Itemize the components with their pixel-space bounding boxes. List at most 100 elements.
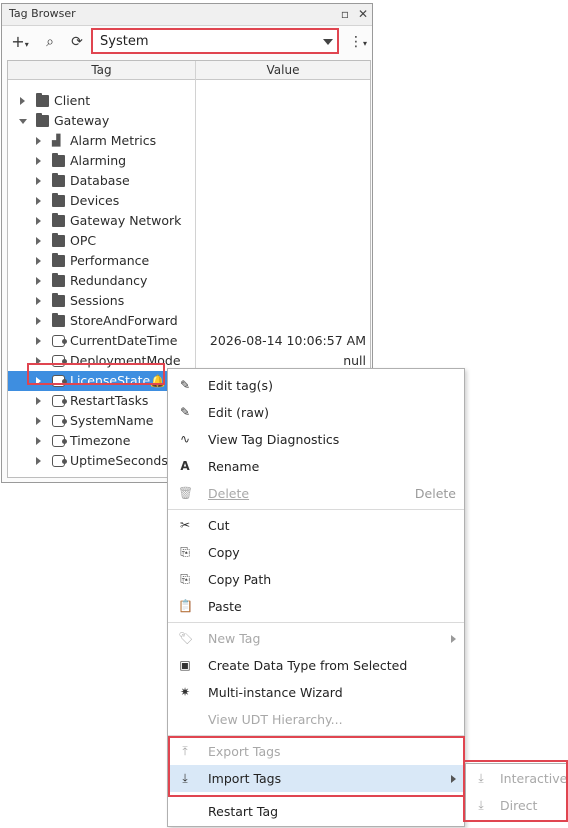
expand-icon[interactable] bbox=[36, 217, 41, 225]
column-header-value[interactable]: Value bbox=[196, 62, 370, 78]
restore-window-icon[interactable]: ▫ bbox=[338, 7, 352, 21]
menu-item-edit-tags[interactable]: ✎ Edit tag(s) bbox=[168, 372, 464, 399]
tree-label: Client bbox=[54, 93, 91, 108]
panel-toolbar: +▾ ⌕ ⟳ System ⋮▾ bbox=[2, 26, 372, 58]
tree-row-gateway-network[interactable]: Gateway Network bbox=[8, 211, 370, 231]
rename-icon: A bbox=[180, 459, 190, 473]
tree-label: UptimeSeconds bbox=[70, 453, 168, 468]
refresh-icon[interactable]: ⟳ bbox=[69, 33, 85, 51]
tree-label: Database bbox=[70, 173, 130, 188]
tag-icon bbox=[52, 435, 67, 447]
tag-icon bbox=[52, 415, 67, 427]
tree-row-client[interactable]: Client bbox=[8, 91, 370, 111]
highlight-box-export-import bbox=[168, 736, 465, 797]
chevron-down-icon bbox=[323, 39, 333, 45]
tree-label: StoreAndForward bbox=[70, 313, 178, 328]
expand-icon[interactable] bbox=[36, 297, 41, 305]
scissors-icon: ✂ bbox=[179, 518, 191, 532]
expand-icon[interactable] bbox=[36, 257, 41, 265]
tree-row-database[interactable]: Database bbox=[8, 171, 370, 191]
more-options-icon[interactable]: ⋮▾ bbox=[346, 33, 370, 51]
clipboard-icon: 📋 bbox=[178, 599, 193, 613]
add-tag-dropdown-button[interactable]: +▾ bbox=[8, 33, 32, 51]
collapse-icon[interactable] bbox=[19, 119, 27, 124]
menu-item-view-diagnostics[interactable]: ∿ View Tag Diagnostics bbox=[168, 426, 464, 453]
expand-icon[interactable] bbox=[36, 197, 41, 205]
folder-icon bbox=[52, 193, 65, 207]
menu-separator bbox=[168, 509, 464, 510]
wand-icon: ✷ bbox=[179, 685, 191, 699]
tree-label: Alarm Metrics bbox=[70, 133, 157, 148]
tree-label: Devices bbox=[70, 193, 120, 208]
expand-icon[interactable] bbox=[36, 277, 41, 285]
menu-item-create-data-type[interactable]: ▣ Create Data Type from Selected bbox=[168, 652, 464, 679]
menu-item-delete: 🗑 Delete Delete bbox=[168, 480, 464, 507]
expand-icon[interactable] bbox=[36, 457, 41, 465]
tree-row-alarm-metrics[interactable]: ▟ Alarm Metrics bbox=[8, 131, 370, 151]
panel-title: Tag Browser bbox=[9, 7, 76, 20]
folder-icon bbox=[52, 293, 65, 307]
expand-icon[interactable] bbox=[36, 437, 41, 445]
udt-icon: ▟ bbox=[52, 134, 61, 147]
tag-icon bbox=[52, 455, 67, 467]
tree-row-devices[interactable]: Devices bbox=[8, 191, 370, 211]
tag-provider-select[interactable]: System bbox=[91, 28, 339, 54]
expand-icon[interactable] bbox=[36, 157, 41, 165]
tree-label: Alarming bbox=[70, 153, 127, 168]
menu-item-paste[interactable]: 📋 Paste bbox=[168, 593, 464, 620]
pencil-icon: ✎ bbox=[179, 378, 191, 392]
folder-icon bbox=[52, 273, 65, 287]
tree-label: CurrentDateTime bbox=[70, 333, 178, 348]
menu-item-restart-tag[interactable]: Restart Tag bbox=[168, 798, 464, 825]
expand-icon[interactable] bbox=[36, 337, 41, 345]
menu-item-cut[interactable]: ✂ Cut bbox=[168, 512, 464, 539]
menu-item-edit-raw[interactable]: ✎ Edit (raw) bbox=[168, 399, 464, 426]
tree-row-opc[interactable]: OPC bbox=[8, 231, 370, 251]
close-icon[interactable]: ✕ bbox=[356, 7, 370, 21]
pencil-icon: ✎ bbox=[179, 405, 191, 419]
menu-item-rename[interactable]: A Rename bbox=[168, 453, 464, 480]
pulse-icon: ∿ bbox=[179, 432, 191, 446]
expand-icon[interactable] bbox=[36, 237, 41, 245]
expand-icon[interactable] bbox=[36, 397, 41, 405]
folder-icon bbox=[52, 313, 65, 327]
tree-row-alarming[interactable]: Alarming bbox=[8, 151, 370, 171]
tree-row-sessions[interactable]: Sessions bbox=[8, 291, 370, 311]
expand-icon[interactable] bbox=[20, 97, 25, 105]
menu-item-copy-path[interactable]: ⎘ Copy Path bbox=[168, 566, 464, 593]
tag-provider-value: System bbox=[100, 34, 149, 49]
expand-icon[interactable] bbox=[36, 417, 41, 425]
shortcut-label: Delete bbox=[414, 486, 456, 501]
tree-label: Sessions bbox=[70, 293, 125, 308]
tree-row-store-and-forward[interactable]: StoreAndForward bbox=[8, 311, 370, 331]
tree-row-performance[interactable]: Performance bbox=[8, 251, 370, 271]
folder-open-icon bbox=[36, 113, 49, 127]
copy-path-icon: ⎘ bbox=[180, 572, 190, 586]
tree-label: Performance bbox=[70, 253, 150, 268]
panel-titlebar: Tag Browser ▫ ✕ bbox=[2, 4, 372, 26]
expand-icon[interactable] bbox=[36, 177, 41, 185]
expand-icon[interactable] bbox=[36, 317, 41, 325]
folder-icon bbox=[52, 233, 65, 247]
tag-icon bbox=[52, 395, 67, 407]
menu-separator bbox=[168, 622, 464, 623]
data-type-icon: ▣ bbox=[179, 658, 191, 672]
menu-item-view-udt-hierarchy: View UDT Hierarchy... bbox=[208, 712, 343, 727]
tree-row-gateway[interactable]: Gateway bbox=[8, 111, 370, 131]
menu-item-copy[interactable]: ⎘ Copy bbox=[168, 539, 464, 566]
tree-label: Gateway Network bbox=[70, 213, 182, 228]
tree-label: Gateway bbox=[54, 113, 110, 128]
tree-row-redundancy[interactable]: Redundancy bbox=[8, 271, 370, 291]
folder-icon bbox=[52, 173, 65, 187]
tree-label: Redundancy bbox=[70, 273, 148, 288]
submenu-arrow-icon bbox=[451, 635, 456, 643]
tag-value: 2026-08-14 10:06:57 AM bbox=[209, 333, 366, 348]
tree-label: RestartTasks bbox=[70, 393, 149, 408]
menu-item-multi-instance-wizard[interactable]: ✷ Multi-instance Wizard bbox=[168, 679, 464, 706]
search-icon[interactable]: ⌕ bbox=[42, 33, 58, 51]
column-header-tag[interactable]: Tag bbox=[8, 62, 195, 78]
expand-icon[interactable] bbox=[36, 137, 41, 145]
tree-row-current-date-time[interactable]: CurrentDateTime 2026-08-14 10:06:57 AM bbox=[8, 331, 370, 351]
highlight-box-submenu bbox=[463, 760, 568, 822]
folder-icon bbox=[52, 253, 65, 267]
